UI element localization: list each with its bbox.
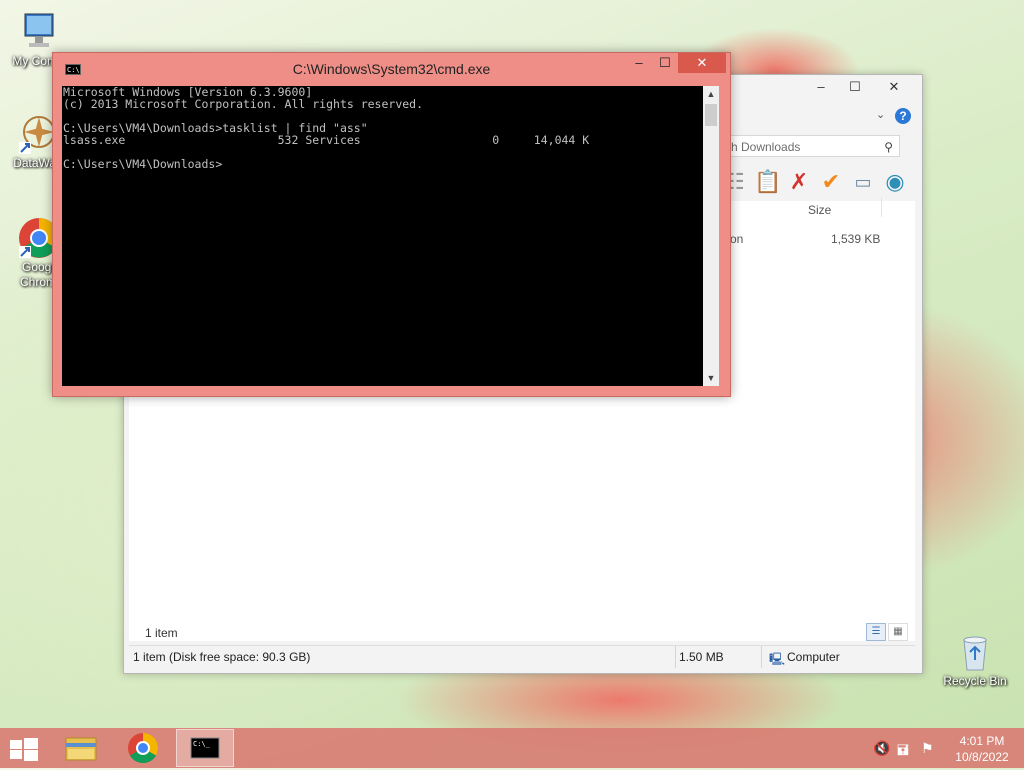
- computer-icon: [17, 10, 59, 52]
- search-placeholder: rch Downloads: [721, 140, 801, 154]
- scroll-down-icon[interactable]: ▼: [703, 370, 719, 386]
- console-line: lsass.exe 532 Services 0 14,044 K: [63, 133, 590, 147]
- cmd-window: C:\ C:\Windows\System32\cmd.exe – ☐ ✕ Mi…: [52, 52, 731, 397]
- title-bar[interactable]: C:\ C:\Windows\System32\cmd.exe – ☐ ✕: [53, 53, 730, 85]
- status-disk-space: 1 item (Disk free space: 90.3 GB): [133, 650, 311, 664]
- maximize-button[interactable]: ☐: [652, 53, 678, 73]
- clock-time: 4:01 PM: [959, 734, 1005, 748]
- desktop-icon-recycle-bin[interactable]: Recycle Bin: [935, 630, 1015, 689]
- taskbar-file-explorer[interactable]: [52, 729, 110, 767]
- large-icons-view-icon[interactable]: ▦: [888, 623, 908, 641]
- svg-text:C:\_: C:\_: [193, 740, 211, 748]
- search-icon: ⚲: [884, 140, 893, 154]
- minimize-button[interactable]: –: [626, 53, 652, 73]
- clipboard-icon[interactable]: 📋: [754, 169, 781, 195]
- scroll-up-icon[interactable]: ▲: [703, 86, 719, 102]
- recycle-bin-icon: [954, 630, 996, 672]
- console-line: (c) 2013 Microsoft Corporation. All righ…: [63, 97, 424, 111]
- check-icon[interactable]: ✔: [818, 169, 844, 195]
- details-view-icon[interactable]: ☰: [866, 623, 886, 641]
- console-prompt: C:\Users\VM4\Downloads>: [63, 157, 223, 171]
- close-button[interactable]: ✕: [678, 53, 726, 73]
- item-count: 1 item: [145, 626, 178, 640]
- minimize-button[interactable]: –: [804, 77, 838, 97]
- close-button[interactable]: ✕: [872, 77, 916, 97]
- volume-muted-icon[interactable]: 🔇: [873, 740, 890, 757]
- scroll-thumb[interactable]: [705, 104, 717, 126]
- column-separator: [881, 197, 882, 217]
- view-switcher: ☰ ▦: [866, 623, 908, 641]
- taskbar-chrome[interactable]: [114, 729, 172, 767]
- action-center-flag-icon[interactable]: ⚑: [921, 740, 934, 757]
- status-location: Computer: [787, 650, 840, 664]
- computer-icon: 🖳: [769, 652, 786, 666]
- chevron-down-icon[interactable]: ⌄: [876, 108, 885, 121]
- delete-icon[interactable]: ✗: [786, 169, 812, 195]
- status-separator: [761, 646, 762, 668]
- chrome-icon: [128, 733, 159, 764]
- status-separator: [675, 646, 676, 668]
- globe-icon[interactable]: ◉: [882, 169, 908, 195]
- maximize-button[interactable]: ☐: [838, 77, 872, 97]
- clock[interactable]: 4:01 PM 10/8/2022: [947, 733, 1017, 765]
- search-input[interactable]: rch Downloads ⚲: [714, 135, 900, 157]
- cmd-icon: C:\_: [190, 737, 220, 759]
- status-bar: 1 item (Disk free space: 90.3 GB) 1.50 M…: [129, 645, 915, 668]
- file-explorer-icon: [65, 737, 97, 761]
- window-controls: – ☐ ✕: [804, 77, 916, 97]
- desktop-icon-label: Recycle Bin: [943, 674, 1007, 688]
- help-icon[interactable]: ?: [895, 108, 911, 124]
- clock-date: 10/8/2022: [955, 750, 1009, 764]
- status-size: 1.50 MB: [679, 650, 724, 664]
- network-icon[interactable]: 🖬: [897, 740, 909, 764]
- start-button[interactable]: [10, 738, 38, 761]
- taskbar: C:\_ 🔇 🖬 ⚑ 4:01 PM 10/8/2022: [0, 728, 1024, 768]
- rename-icon[interactable]: ▭: [850, 169, 876, 195]
- console-output[interactable]: Microsoft Windows [Version 6.3.9600] (c)…: [62, 86, 703, 386]
- toolbar: ☷ 📋 ✗ ✔ ▭ ◉: [722, 167, 908, 197]
- vertical-scrollbar[interactable]: ▲ ▼: [703, 86, 719, 386]
- column-header-size[interactable]: Size: [808, 203, 831, 217]
- file-row-size[interactable]: 1,539 KB: [831, 232, 880, 246]
- taskbar-cmd[interactable]: C:\_: [176, 729, 234, 767]
